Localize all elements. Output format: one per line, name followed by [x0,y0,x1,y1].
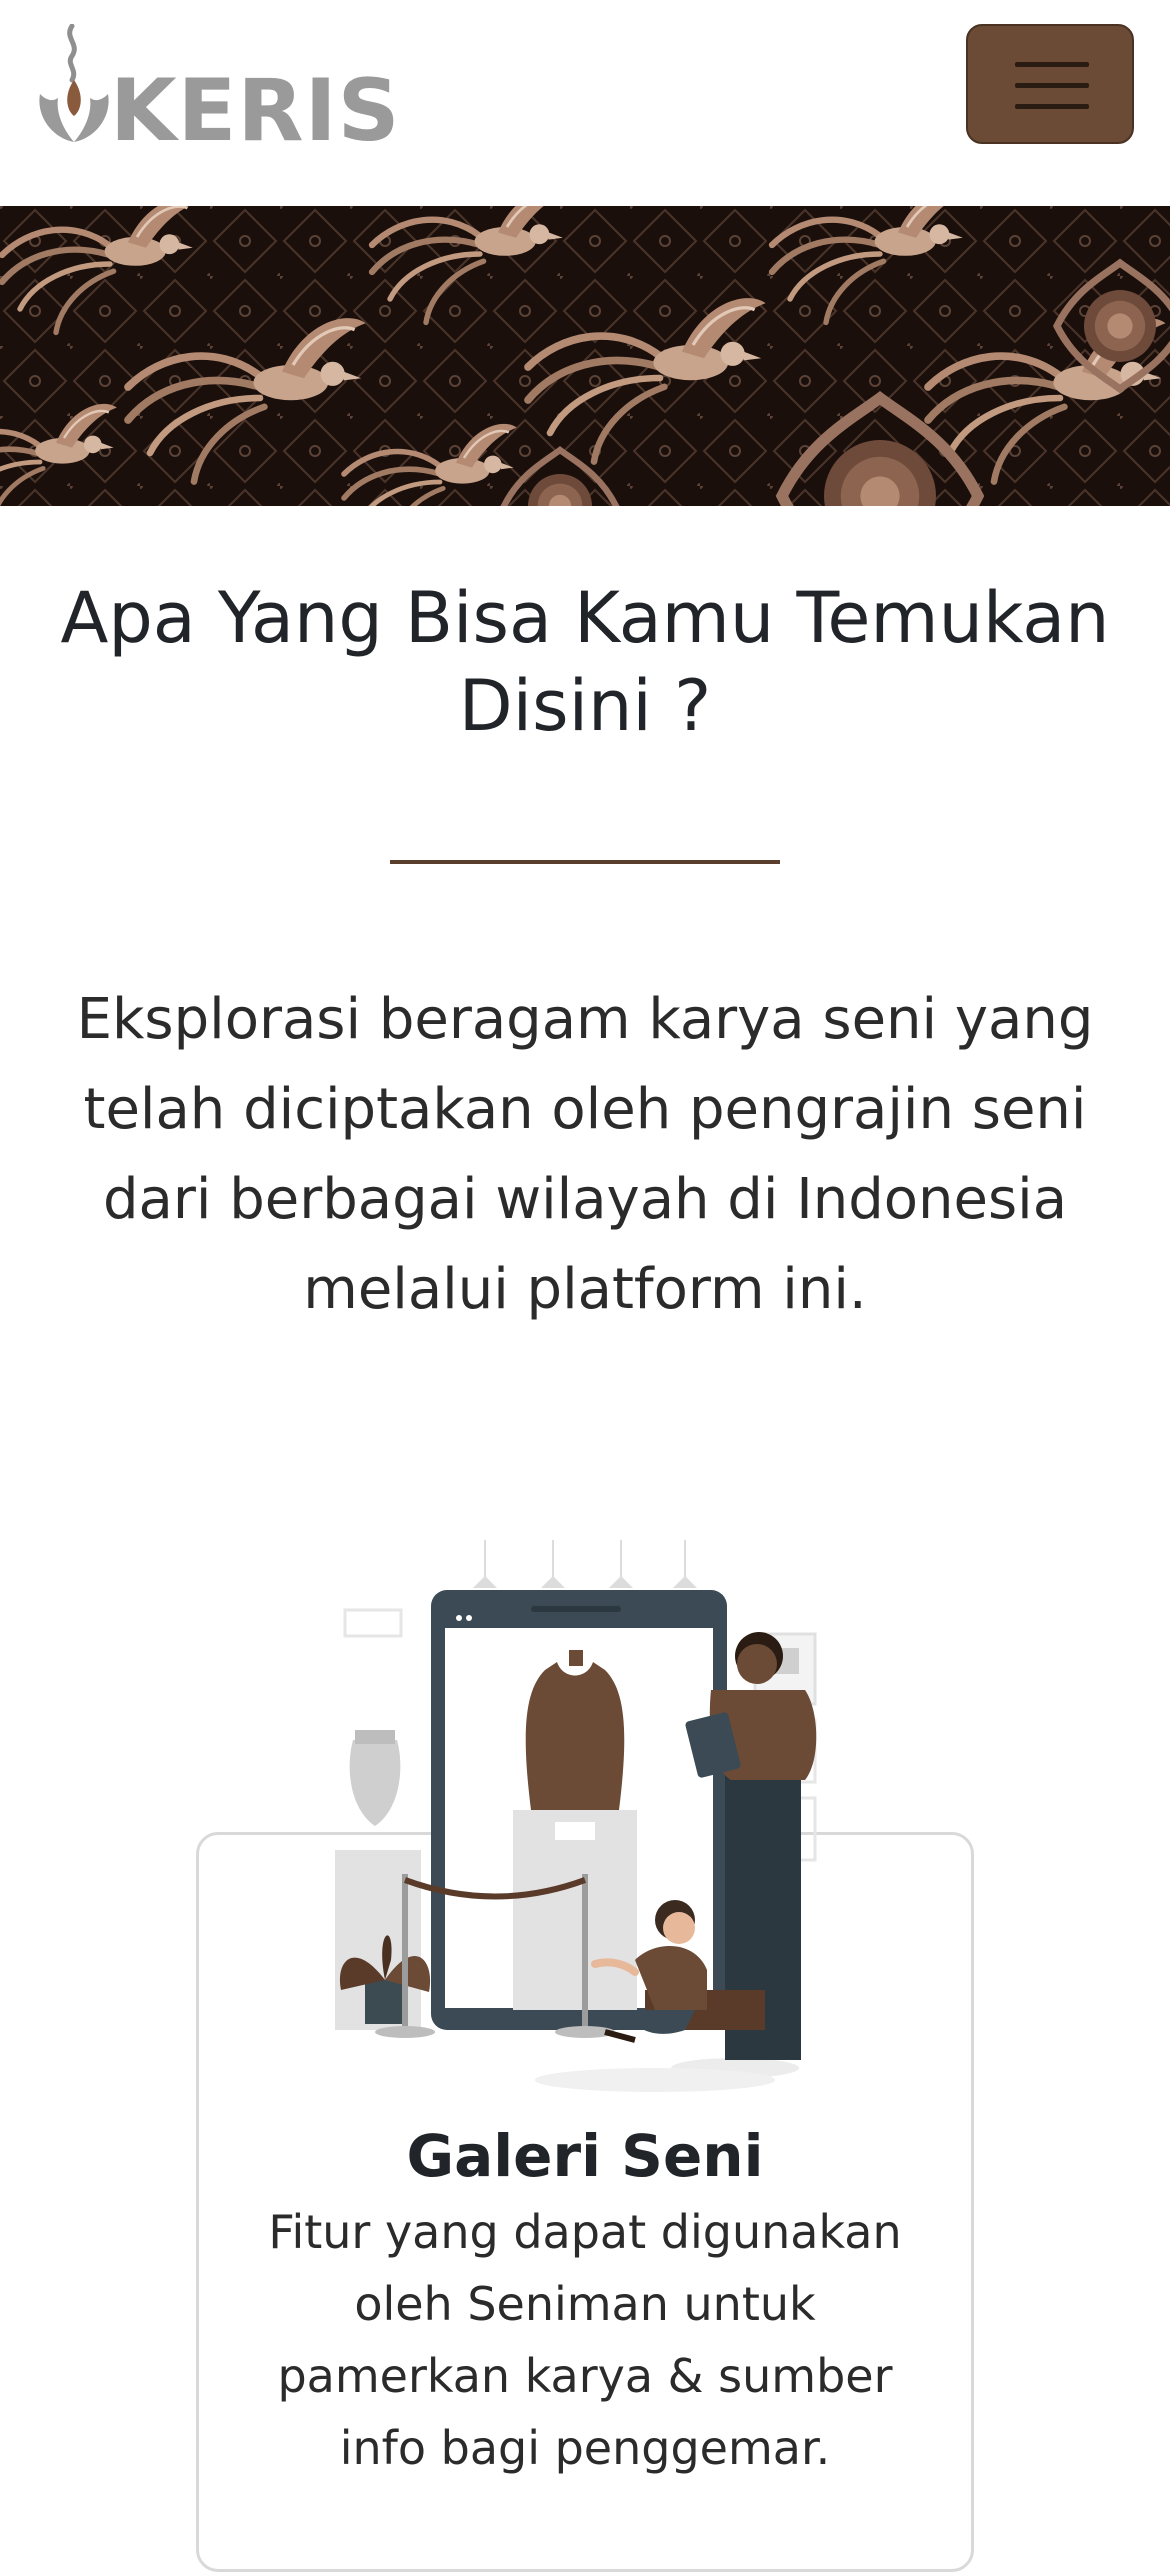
section-divider [390,860,780,864]
feature-card-description: Fitur yang dapat digunakan oleh Seniman … [268,2205,902,2475]
batik-pattern-image [0,206,1170,506]
logo-text: KERIS [110,61,401,161]
section-description: Eksplorasi beragam karya seni yang telah… [76,987,1094,1322]
hamburger-menu-icon-bar [1015,104,1089,109]
site-logo[interactable]: KERIS [34,24,400,154]
batik-banner [0,206,1170,506]
feature-card-title: Galeri Seni [406,2122,764,2190]
site-header: KERIS [0,0,1170,206]
section-title: Apa Yang Bisa Kamu Temukan Disini ? [60,577,1110,747]
hamburger-menu-icon-bar [1015,83,1089,88]
keris-logo-icon [39,24,109,142]
art-gallery-illustration [335,1540,817,2092]
hamburger-menu-icon [1015,62,1089,67]
hamburger-menu-button[interactable] [966,24,1134,144]
